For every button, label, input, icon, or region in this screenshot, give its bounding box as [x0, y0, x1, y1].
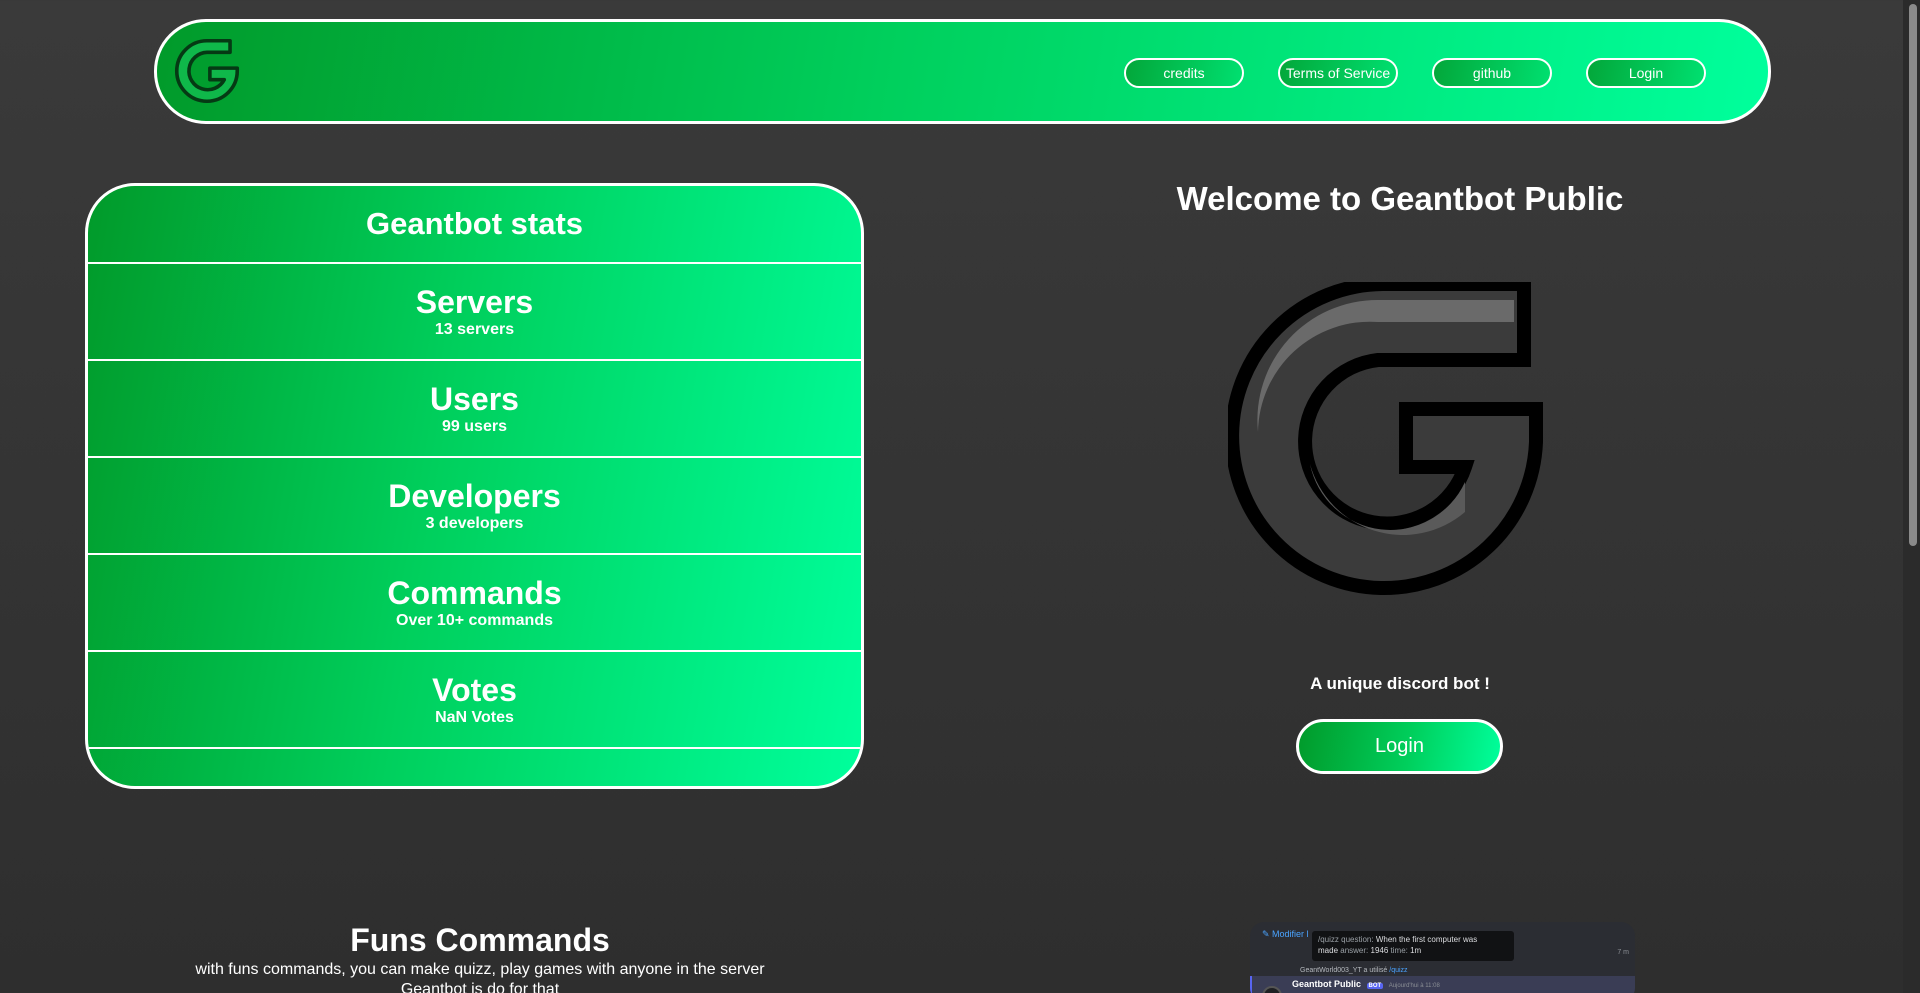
stat-value: 13 servers	[434, 320, 515, 338]
tooltip-question-value2: made	[1318, 946, 1339, 955]
welcome-section: Welcome to Geantbot Public	[1000, 180, 1800, 218]
funs-commands-section: Funs Commands with funs commands, you ca…	[150, 921, 810, 993]
stat-name: Developers	[388, 477, 561, 514]
preview-used-line: GeantWorld003_YT a utilisé /quizz	[1300, 967, 1408, 974]
site-header: credits Terms of Service github Login	[154, 19, 1771, 124]
welcome-title: Welcome to Geantbot Public	[1176, 180, 1624, 217]
preview-used-cmd: /quizz	[1389, 967, 1408, 974]
stat-name: Votes	[432, 671, 517, 708]
stat-row-servers: Servers 13 servers	[88, 264, 861, 361]
stat-row-commands: Commands Over 10+ commands	[88, 555, 861, 652]
funs-title: Funs Commands	[350, 922, 610, 958]
preview-tooltip: /quizz question: When the first computer…	[1312, 931, 1514, 961]
stat-name: Users	[430, 380, 519, 417]
funs-desc-line1: with funs commands, you can make quizz, …	[195, 961, 765, 978]
tagline: A unique discord bot !	[1310, 674, 1490, 693]
stat-row-users: Users 99 users	[88, 361, 861, 458]
stat-name: Servers	[415, 283, 534, 320]
stat-row-developers: Developers 3 developers	[88, 458, 861, 555]
preview-message: Geantbot Public BOT Aujourd'hui à 11:08	[1250, 976, 1635, 993]
tooltip-time-value: 1m	[1410, 946, 1422, 955]
geantbot-big-logo-icon	[1228, 282, 1543, 595]
tooltip-answer-value: 1946	[1370, 946, 1389, 955]
geantbot-logo-icon[interactable]	[171, 34, 243, 108]
stat-row-votes: Votes NaN Votes	[88, 652, 861, 749]
stats-panel: Geantbot stats Servers 13 servers Users …	[85, 183, 864, 789]
tooltip-time-label: time:	[1390, 946, 1408, 955]
stat-name: Commands	[387, 574, 562, 611]
tooltip-answer-label: answer:	[1340, 946, 1369, 955]
stats-title: Geantbot stats	[88, 186, 861, 264]
stat-value: 99 users	[442, 417, 507, 435]
scrollbar-thumb[interactable]	[1909, 4, 1917, 546]
discord-preview-image: ✎ Modifier l /quizz question: When the f…	[1250, 922, 1635, 993]
preview-author-line: Geantbot Public BOT Aujourd'hui à 11:08	[1292, 979, 1440, 989]
avatar	[1262, 986, 1282, 993]
github-button[interactable]: github	[1432, 58, 1552, 88]
preview-edit-label: ✎ Modifier l	[1262, 929, 1309, 939]
funs-desc-line2: Geantbot is do for that	[400, 981, 560, 993]
preview-time: 7 m	[1617, 949, 1629, 956]
preview-used-by: GeantWorld003_YT a utilisé	[1300, 967, 1388, 974]
bot-badge: BOT	[1366, 983, 1384, 989]
preview-date: Aujourd'hui à 11:08	[1388, 983, 1440, 989]
tooltip-question-label: /quizz question:	[1318, 935, 1374, 944]
page-scrollbar[interactable]	[1903, 0, 1920, 993]
preview-author: Geantbot Public	[1292, 979, 1362, 989]
stat-value: Over 10+ commands	[396, 611, 553, 629]
stat-value: 3 developers	[425, 514, 524, 532]
header-login-button[interactable]: Login	[1586, 58, 1706, 88]
top-nav: credits Terms of Service github Login	[1124, 58, 1706, 88]
stat-value: NaN Votes	[435, 708, 514, 726]
terms-of-service-button[interactable]: Terms of Service	[1278, 58, 1398, 88]
tooltip-question-value: When the first computer was	[1375, 935, 1478, 944]
credits-button[interactable]: credits	[1124, 58, 1244, 88]
main-login-button[interactable]: Login	[1296, 719, 1503, 774]
